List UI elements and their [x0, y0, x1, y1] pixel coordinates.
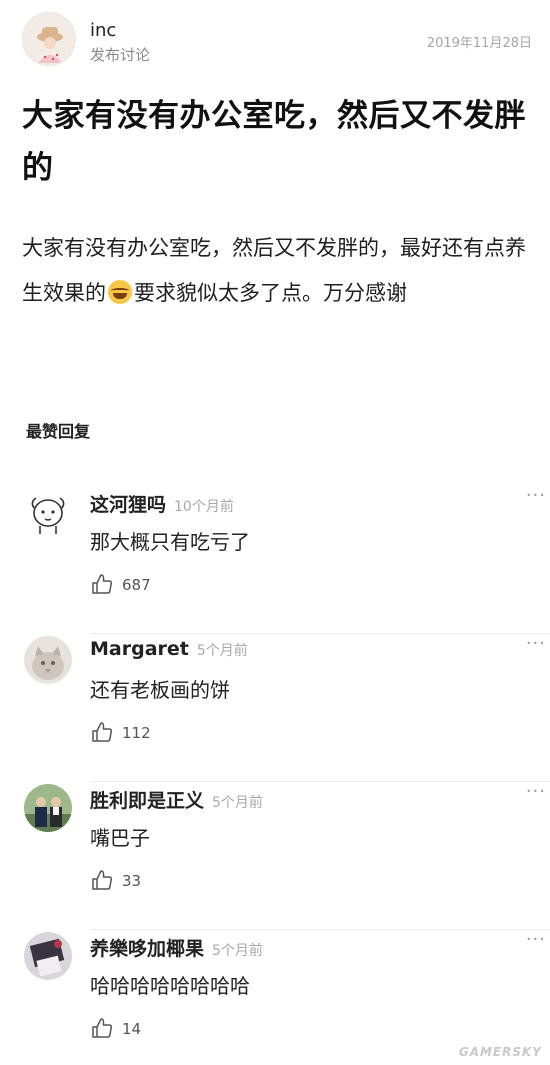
reply-time: 5个月前 — [212, 943, 263, 959]
reply-avatar[interactable] — [24, 636, 72, 684]
like-count: 112 — [122, 724, 151, 742]
author-avatar[interactable] — [22, 12, 76, 66]
post-body-text-2: 要求貌似太多了点。万分感谢 — [134, 281, 407, 305]
reply-username[interactable]: Margaret 5个月前 — [90, 638, 248, 660]
reply-username[interactable]: 胜利即是正义 5个月前 — [90, 786, 263, 813]
reply-avatar[interactable] — [24, 488, 72, 536]
more-options-icon[interactable]: ··· — [526, 487, 546, 505]
post-body: 大家有没有办公室吃，然后又不发胖的，最好还有点养生效果的 要求貌似太多了点。万分感… — [22, 226, 528, 316]
thumbs-up-icon — [92, 722, 113, 742]
reply-text: 还有老板画的饼 — [90, 678, 230, 702]
like-count: 33 — [122, 872, 142, 890]
reply-item: 胜利即是正义 5个月前 ··· 嘴巴子 33 — [0, 782, 550, 930]
like-count: 687 — [122, 576, 151, 594]
watermark: GAMERSKY — [458, 1045, 542, 1059]
reply-text: 哈哈哈哈哈哈哈哈 — [90, 974, 250, 998]
thumbs-up-icon — [92, 870, 113, 890]
reply-avatar[interactable] — [24, 932, 72, 980]
like-button[interactable]: 687 — [90, 572, 170, 598]
top-replies-label: 最赞回复 — [26, 422, 91, 441]
like-button[interactable]: 14 — [90, 1016, 170, 1042]
like-count: 14 — [122, 1020, 142, 1038]
post-type-label: 发布讨论 — [90, 46, 151, 64]
more-options-icon[interactable]: ··· — [526, 783, 546, 801]
like-button[interactable]: 112 — [90, 720, 170, 746]
more-options-icon[interactable]: ··· — [526, 635, 546, 653]
reply-text: 那大概只有吃亏了 — [90, 530, 250, 554]
reply-text: 嘴巴子 — [90, 826, 150, 850]
post-date: 2019年11月28日 — [426, 36, 532, 51]
like-button[interactable]: 33 — [90, 868, 170, 894]
reply-time: 5个月前 — [212, 795, 263, 811]
reply-avatar[interactable] — [24, 784, 72, 832]
reply-username[interactable]: 这河狸吗 10个月前 — [90, 490, 234, 517]
reply-username[interactable]: 养樂哆加椰果 5个月前 — [90, 934, 263, 961]
reply-time: 10个月前 — [174, 499, 234, 515]
reply-item: Margaret 5个月前 ··· 还有老板画的饼 112 — [0, 634, 550, 782]
reply-item: 这河狸吗 10个月前 ··· 那大概只有吃亏了 687 — [0, 486, 550, 634]
more-options-icon[interactable]: ··· — [526, 931, 546, 949]
post-title: 大家有没有办公室吃，然后又不发胖的 — [22, 98, 526, 186]
author-name[interactable]: inc — [90, 20, 116, 41]
thumbs-up-icon — [92, 1018, 113, 1038]
reply-time: 5个月前 — [196, 643, 248, 659]
laughing-tears-emoji-icon — [108, 280, 132, 304]
thumbs-up-icon — [92, 574, 113, 594]
post-header: inc 发布讨论 2019年11月28日 — [22, 12, 532, 68]
